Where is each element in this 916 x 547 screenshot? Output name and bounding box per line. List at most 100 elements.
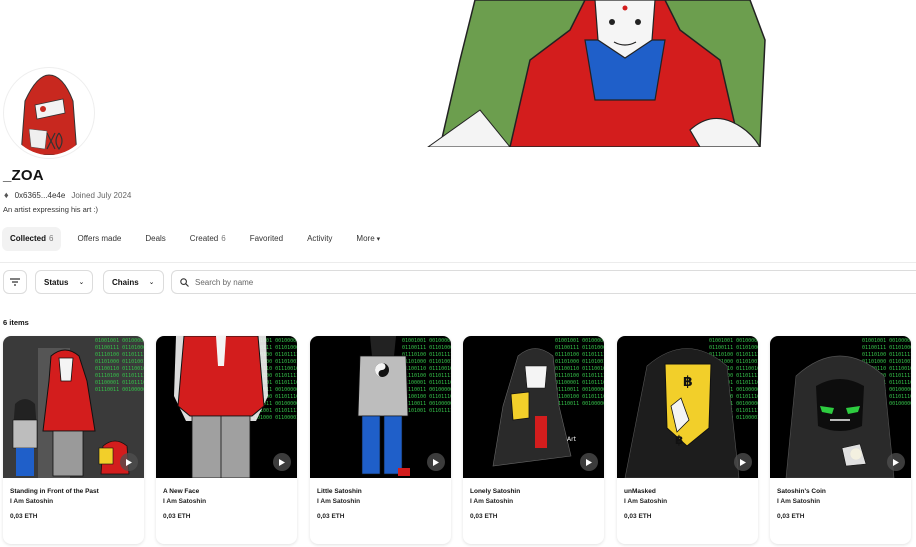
tab-activity[interactable]: Activity	[299, 227, 340, 251]
tab-count: 6	[49, 234, 54, 243]
profile-name: _ZOA	[3, 167, 44, 184]
svg-text:01110011 00100000: 01110011 00100000	[402, 401, 451, 407]
play-button[interactable]	[273, 453, 291, 471]
nft-card[interactable]: 01001001 00100000 01100111 01101000 0111…	[3, 336, 144, 544]
play-icon	[279, 458, 285, 466]
nft-title[interactable]: unMasked	[624, 488, 656, 495]
svg-text:01101000 01101001: 01101000 01101001	[555, 359, 604, 365]
svg-text:01101001 01101111: 01101001 01101111	[402, 408, 451, 414]
nft-title[interactable]: Lonely Satoshin	[470, 488, 520, 495]
svg-text:01100001 01101110: 01100001 01101110	[555, 380, 604, 386]
nft-collection[interactable]: I Am Satoshin	[777, 498, 820, 505]
tab-label: Deals	[145, 234, 166, 243]
tab-count: 6	[221, 234, 226, 243]
svg-text:01100110 01110010: 01100110 01110010	[402, 366, 451, 372]
play-icon	[893, 458, 899, 466]
nft-price: 0,03 ETH	[10, 513, 38, 520]
nft-collection[interactable]: I Am Satoshin	[624, 498, 667, 505]
chevron-down-icon: ⌄	[78, 279, 85, 286]
nft-artwork: 01001001 00100000 01100111 01101000 0111…	[3, 336, 144, 478]
nft-collection[interactable]: I Am Satoshin	[317, 498, 360, 505]
nft-card[interactable]: 01001001 00100000 01100111 01101000 0111…	[617, 336, 758, 544]
profile-bio: An artist expressing his art :)	[3, 205, 99, 214]
svg-text:01100111 01101000: 01100111 01101000	[862, 345, 911, 351]
tab-collected[interactable]: Collected 6	[2, 227, 62, 251]
nft-collection[interactable]: I Am Satoshin	[163, 498, 206, 505]
play-icon	[433, 458, 439, 466]
nft-price: 0,03 ETH	[624, 513, 652, 520]
svg-text:01110100 01101111: 01110100 01101111	[709, 352, 758, 358]
nft-collection[interactable]: I Am Satoshin	[10, 498, 53, 505]
play-button[interactable]	[427, 453, 445, 471]
chevron-down-icon: ⌄	[148, 279, 155, 286]
svg-text:01110100 01101111: 01110100 01101111	[95, 352, 144, 358]
nft-artwork: 01001001 00100000 01100111 01101000 0111…	[617, 336, 758, 478]
tab-label: Activity	[307, 234, 333, 243]
filter-toggle-button[interactable]	[3, 270, 27, 294]
tab-favorited[interactable]: Favorited	[242, 227, 291, 251]
svg-text:฿: ฿	[683, 374, 693, 390]
tab-offers-made[interactable]: Offers made	[69, 227, 129, 251]
nft-title[interactable]: A New Face	[163, 488, 199, 495]
nft-title[interactable]: Little Satoshin	[317, 488, 362, 495]
nft-collection[interactable]: I Am Satoshin	[470, 498, 513, 505]
svg-text:01001001 00100000: 01001001 00100000	[555, 338, 604, 344]
svg-text:01100110 01110010: 01100110 01110010	[555, 366, 604, 372]
nft-artwork: 01001001 00100000 01100111 01101000 0111…	[463, 336, 604, 478]
profile-tabs: Collected 6 Offers made Deals Created 6 Fa…	[2, 227, 396, 251]
filter-icon	[10, 278, 20, 286]
nft-card[interactable]: 01001001 00100000 01100111 01101000 0111…	[463, 336, 604, 544]
chains-dropdown-label: Chains	[112, 277, 139, 287]
wallet-address[interactable]: 0x6365...4e4e	[15, 191, 66, 200]
play-button[interactable]	[120, 453, 138, 471]
svg-text:01100001 01101110: 01100001 01101110	[402, 380, 451, 386]
svg-text:01101000 01101001: 01101000 01101001	[862, 359, 911, 365]
play-icon	[586, 458, 592, 466]
nft-card[interactable]: 01001001 00100000 01100111 01101000 0111…	[770, 336, 911, 544]
nft-artwork: 01001001 00100000 01100111 01101000 0111…	[310, 336, 451, 478]
svg-text:01100100 01101110: 01100100 01101110	[402, 394, 451, 400]
profile-banner	[0, 0, 916, 147]
tab-label: Collected	[10, 234, 47, 243]
nft-price: 0,03 ETH	[317, 513, 345, 520]
svg-text:Art: Art	[567, 436, 577, 443]
svg-text:01110100 01101111: 01110100 01101111	[862, 352, 911, 358]
tab-label: More	[356, 234, 375, 243]
nft-title[interactable]: Standing in Front of the Past	[10, 488, 99, 495]
play-button[interactable]	[887, 453, 905, 471]
svg-text:01101000 01101001: 01101000 01101001	[402, 359, 451, 365]
svg-text:01110100 01101111: 01110100 01101111	[95, 373, 144, 379]
tab-label: Offers made	[77, 234, 122, 243]
nft-title[interactable]: Satoshin's Coin	[777, 488, 826, 495]
tab-more[interactable]: More ▾	[348, 227, 388, 251]
chains-dropdown[interactable]: Chains ⌄	[103, 270, 164, 294]
svg-text:01100111 01101000: 01100111 01101000	[555, 345, 604, 351]
svg-text:01110011 00100000: 01110011 00100000	[555, 401, 604, 407]
svg-text:01110100 01101111: 01110100 01101111	[555, 373, 604, 379]
svg-text:01110011 00100000: 01110011 00100000	[555, 387, 604, 393]
nft-card[interactable]: 01001001 00100000 01100111 01101000 0111…	[310, 336, 451, 544]
banner-artwork	[427, 0, 766, 147]
play-icon	[740, 458, 746, 466]
play-button[interactable]	[734, 453, 752, 471]
status-dropdown[interactable]: Status ⌄	[35, 270, 94, 294]
svg-text:01001001 00100000: 01001001 00100000	[709, 338, 758, 344]
nft-artwork: 01001001 00100000 01100111 01101000 0111…	[156, 336, 297, 478]
tab-label: Created	[189, 234, 219, 243]
svg-text:01001001 00100000: 01001001 00100000	[95, 338, 144, 344]
svg-text:฿: ฿	[675, 433, 683, 447]
tab-created[interactable]: Created 6	[182, 227, 234, 251]
nft-card[interactable]: 01001001 00100000 01100111 01101000 0111…	[156, 336, 297, 544]
play-button[interactable]	[580, 453, 598, 471]
status-dropdown-label: Status	[44, 277, 69, 287]
svg-text:01001001 00100000: 01001001 00100000	[402, 338, 451, 344]
tab-deals[interactable]: Deals	[137, 227, 173, 251]
nft-price: 0,03 ETH	[163, 513, 191, 520]
search-icon	[180, 277, 189, 287]
item-count: 6 items	[3, 318, 29, 327]
svg-text:01110011 00100000: 01110011 00100000	[95, 387, 144, 393]
search-input[interactable]	[195, 277, 795, 287]
joined-date: Joined July 2024	[71, 190, 132, 200]
svg-text:01100111 01101000: 01100111 01101000	[709, 345, 758, 351]
svg-text:01100111 01101000: 01100111 01101000	[95, 345, 144, 351]
